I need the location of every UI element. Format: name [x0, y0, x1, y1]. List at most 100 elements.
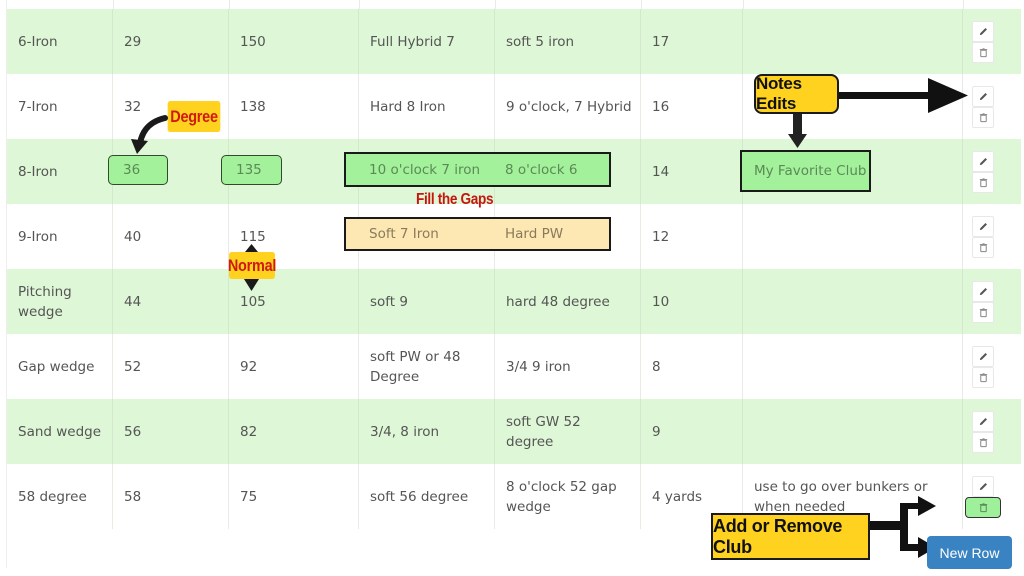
- gap-low-input[interactable]: 8 o'clock 6: [505, 162, 577, 178]
- gap-high-cell: Hard 8 Iron: [359, 74, 495, 139]
- gap-low-cell: soft 5 iron: [495, 9, 641, 74]
- row-actions: [963, 9, 1021, 74]
- club-name-cell: 6-Iron: [7, 9, 113, 74]
- edit-button[interactable]: [972, 280, 994, 302]
- row-actions: [963, 464, 1021, 529]
- row-actions: [963, 399, 1021, 464]
- delete-button[interactable]: [972, 236, 994, 258]
- gap-high-input[interactable]: 10 o'clock 7 iron: [369, 162, 480, 178]
- notes-input[interactable]: My Favorite Club: [740, 150, 871, 192]
- trash-icon: [979, 502, 987, 512]
- gap-yards-cell: 14: [641, 139, 743, 204]
- gap-yards-cell: 12: [641, 204, 743, 269]
- edit-button[interactable]: [972, 20, 994, 42]
- normal-distance-cell: 138: [229, 74, 359, 139]
- degree-cell: 52: [113, 334, 229, 399]
- fill-gaps-label: Fill the Gaps: [416, 191, 494, 208]
- normal-distance-input-value: 135: [236, 162, 262, 178]
- gap-low-cell: 9 o'clock, 7 Hybrid: [495, 74, 641, 139]
- normal-distance-cell: 82: [229, 399, 359, 464]
- pencil-icon: [979, 222, 987, 230]
- table-row: Pitching wedge 44 105 soft 9 hard 48 deg…: [7, 269, 1021, 334]
- trash-icon: [979, 47, 987, 57]
- notes-cell: [743, 204, 963, 269]
- delete-button[interactable]: [972, 106, 994, 128]
- trash-icon: [979, 307, 987, 317]
- table-row: Sand wedge 56 82 3/4, 8 iron soft GW 52 …: [7, 399, 1021, 464]
- gap-yards-cell: 9: [641, 399, 743, 464]
- pencil-icon: [979, 417, 987, 425]
- table-row: 6-Iron 29 150 Full Hybrid 7 soft 5 iron …: [7, 9, 1021, 74]
- gap-high-cell: soft 56 degree: [359, 464, 495, 529]
- delete-button[interactable]: [972, 366, 994, 388]
- gap-high-cell: soft 9: [359, 269, 495, 334]
- normal-distance-input[interactable]: 135: [221, 155, 282, 185]
- gap-yards-cell: 10: [641, 269, 743, 334]
- club-name-cell: Sand wedge: [7, 399, 113, 464]
- club-name-cell: 9-Iron: [7, 204, 113, 269]
- club-name-cell: 7-Iron: [7, 74, 113, 139]
- delete-button[interactable]: [965, 496, 1001, 518]
- pencil-icon: [979, 352, 987, 360]
- degree-cell: 40: [113, 204, 229, 269]
- edit-button[interactable]: [972, 410, 994, 432]
- trash-icon: [979, 112, 987, 122]
- club-name-cell: 58 degree: [7, 464, 113, 529]
- degree-cell: 56: [113, 399, 229, 464]
- gap-high-cell: 3/4, 8 iron: [359, 399, 495, 464]
- edit-button[interactable]: [972, 475, 994, 497]
- gap-low-input[interactable]: Hard PW: [505, 226, 563, 242]
- row-actions: [963, 74, 1021, 139]
- add-remove-club-callout: Add or Remove Club: [711, 513, 870, 560]
- notes-cell: [743, 334, 963, 399]
- gap-high-input[interactable]: Soft 7 Iron: [369, 226, 439, 242]
- notes-cell: [743, 9, 963, 74]
- notes-cell: [743, 269, 963, 334]
- delete-button[interactable]: [972, 301, 994, 323]
- gap-yards-cell: 16: [641, 74, 743, 139]
- fill-gaps-inputs-8-iron[interactable]: 10 o'clock 7 iron 8 o'clock 6: [344, 152, 611, 187]
- pencil-icon: [979, 482, 987, 490]
- trash-icon: [979, 242, 987, 252]
- normal-distance-cell: 150: [229, 9, 359, 74]
- delete-button[interactable]: [972, 41, 994, 63]
- gap-high-cell: Full Hybrid 7: [359, 9, 495, 74]
- degree-input[interactable]: 36: [108, 155, 168, 185]
- row-actions: [963, 204, 1021, 269]
- row-actions: [963, 334, 1021, 399]
- pencil-icon: [979, 287, 987, 295]
- pencil-icon: [979, 92, 987, 100]
- gap-low-cell: soft GW 52 degree: [495, 399, 641, 464]
- gap-low-cell: 8 o'clock 52 gap wedge: [495, 464, 641, 529]
- pencil-icon: [979, 27, 987, 35]
- degree-cell: 58: [113, 464, 229, 529]
- trash-icon: [979, 177, 987, 187]
- new-row-button[interactable]: New Row: [927, 536, 1012, 569]
- trash-icon: [979, 437, 987, 447]
- gap-yards-cell: 17: [641, 9, 743, 74]
- degree-input-value: 36: [123, 162, 141, 178]
- club-name-cell: Gap wedge: [7, 334, 113, 399]
- delete-button[interactable]: [972, 431, 994, 453]
- edit-button[interactable]: [972, 345, 994, 367]
- club-name-cell: 8-Iron: [7, 139, 113, 204]
- normal-distance-cell: 75: [229, 464, 359, 529]
- edit-button[interactable]: [972, 215, 994, 237]
- degree-cell: 44: [113, 269, 229, 334]
- gap-low-cell: hard 48 degree: [495, 269, 641, 334]
- club-distance-table: 6-Iron 29 150 Full Hybrid 7 soft 5 iron …: [6, 0, 1021, 568]
- edit-button[interactable]: [972, 150, 994, 172]
- row-actions: [963, 269, 1021, 334]
- table-top-strip: [7, 0, 1021, 9]
- gap-low-cell: 3/4 9 iron: [495, 334, 641, 399]
- gap-high-cell: soft PW or 48 Degree: [359, 334, 495, 399]
- normal-callout: Normal: [228, 252, 276, 279]
- delete-button[interactable]: [972, 171, 994, 193]
- notes-edits-callout: Notes Edits: [754, 74, 839, 114]
- trash-icon: [979, 372, 987, 382]
- fill-gaps-inputs-9-iron[interactable]: Soft 7 Iron Hard PW: [344, 217, 611, 251]
- degree-cell: 29: [113, 9, 229, 74]
- normal-distance-cell: 92: [229, 334, 359, 399]
- edit-button[interactable]: [972, 85, 994, 107]
- table-row: 7-Iron 32 138 Hard 8 Iron 9 o'clock, 7 H…: [7, 74, 1021, 139]
